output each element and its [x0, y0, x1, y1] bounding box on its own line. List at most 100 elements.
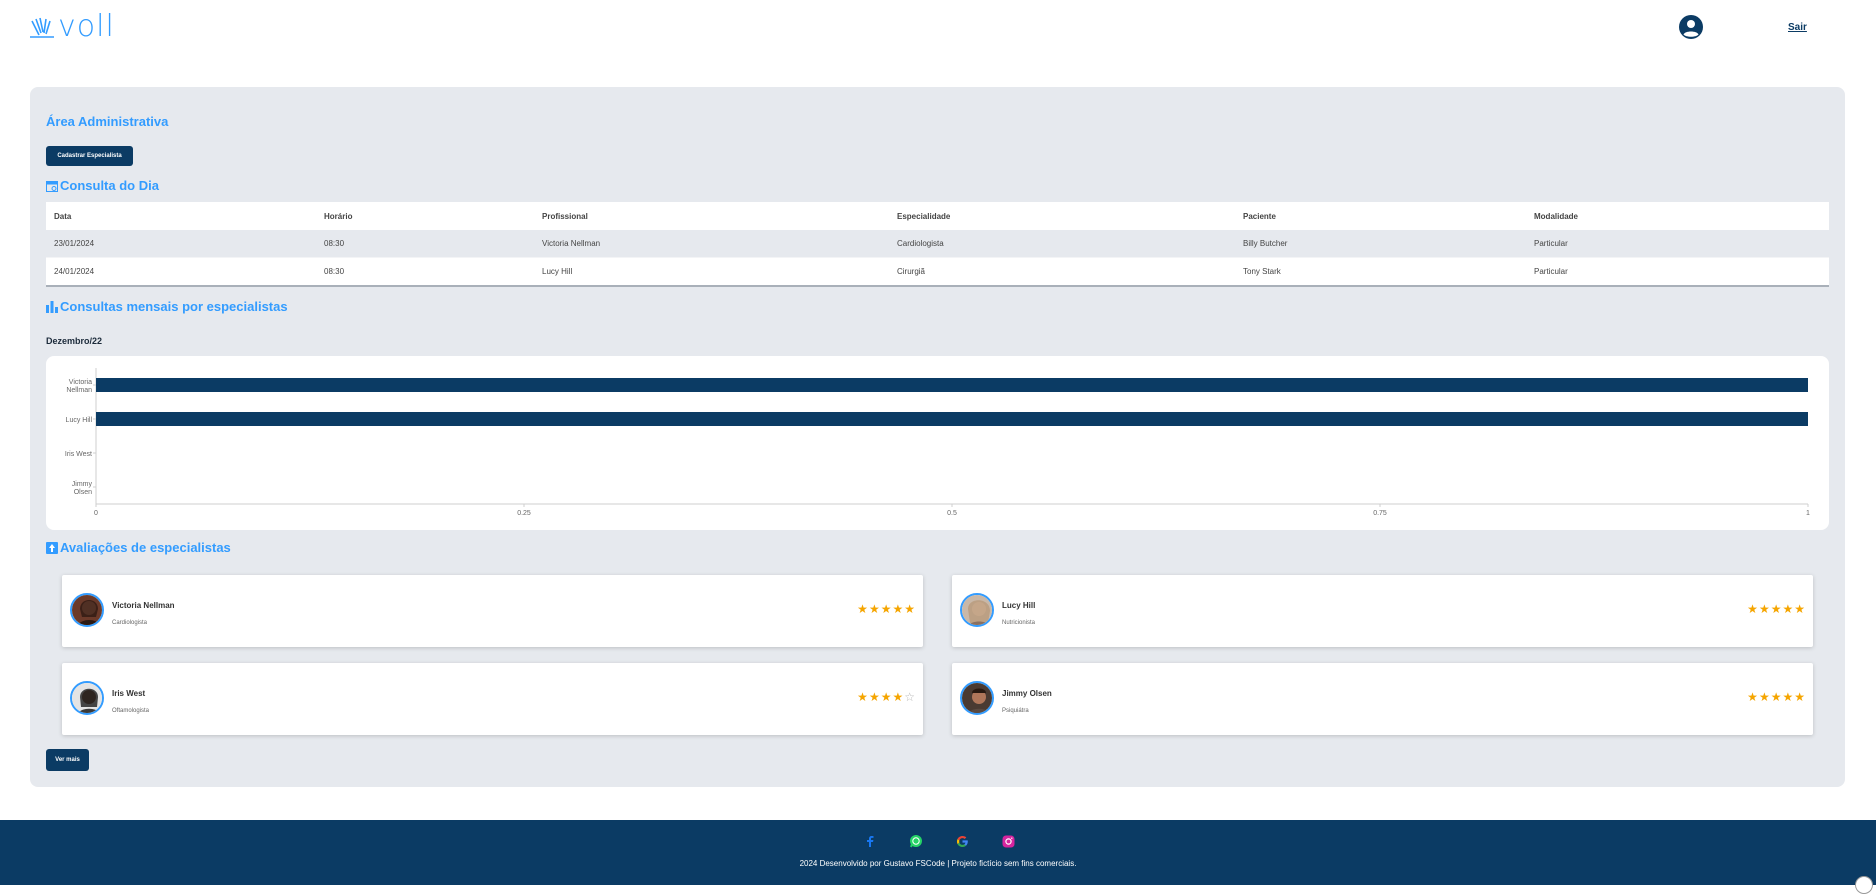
- specialist-specialty: Psiquiátra: [1002, 708, 1029, 714]
- rating-card[interactable]: Victoria Nellman Cardiologista ★ ★ ★ ★ ★: [62, 575, 923, 647]
- chart-bar: [96, 412, 1808, 426]
- table-cell: Cardiologista: [897, 239, 944, 248]
- x-tick-label: 1: [1806, 510, 1810, 517]
- bar-chart-icon: [46, 300, 58, 313]
- instagram-icon[interactable]: [1001, 834, 1015, 848]
- column-header: Data: [54, 211, 72, 221]
- star-filled-icon: ★: [1747, 690, 1758, 704]
- avaliacoes-title: Avaliações de especialistas: [60, 540, 231, 555]
- bar-chart: Victoria Nellman Lucy Hill Iris West Jimmy Ol…: [65, 368, 1810, 517]
- footer: 2024 Desenvolvido por Gustavo FSCode | P…: [0, 820, 1876, 885]
- specialist-name: Lucy Hill: [1002, 601, 1036, 610]
- star-filled-icon: ★: [857, 602, 868, 616]
- star-filled-icon: ★: [1770, 602, 1782, 616]
- facebook-icon[interactable]: [863, 834, 877, 848]
- table-cell: 23/01/2024: [54, 239, 95, 248]
- specialist-specialty: Oftamologista: [112, 708, 150, 714]
- star-filled-icon: ★: [1794, 602, 1805, 616]
- column-header: Modalidade: [1534, 211, 1579, 221]
- specialist-name: Victoria Nellman: [112, 601, 175, 610]
- avatar: [70, 593, 104, 627]
- table-cell: Tony Stark: [1243, 267, 1281, 276]
- column-header: Horário: [324, 211, 353, 221]
- column-header: Paciente: [1243, 211, 1276, 221]
- voll-logo[interactable]: voll: [30, 12, 115, 42]
- table-cell: 24/01/2024: [54, 267, 95, 276]
- avatar: [960, 681, 994, 715]
- consulta-title: Consulta do Dia: [60, 178, 159, 193]
- month-label: Dezembro/22: [46, 336, 103, 346]
- star-filled-icon: ★: [880, 690, 892, 704]
- mensais-section-title: Consultas mensais por especialistas: [46, 299, 288, 314]
- table-cell: 08:30: [324, 267, 345, 276]
- voll-leaf-icon: [30, 17, 54, 38]
- user-circle-icon[interactable]: [1679, 15, 1703, 39]
- chart-bar: [96, 378, 1808, 392]
- star-filled-icon: ★: [1794, 690, 1805, 704]
- table-cell: Cirurgiã: [897, 267, 926, 276]
- star-filled-icon: ★: [904, 602, 915, 616]
- rating-card[interactable]: Iris West Oftamologista ★ ★ ★ ★ ☆: [62, 663, 923, 735]
- mensais-title: Consultas mensais por especialistas: [60, 299, 288, 314]
- logout-link[interactable]: Sair: [1788, 22, 1807, 33]
- table-cell: Billy Butcher: [1243, 239, 1288, 248]
- star-filled-icon: ★: [868, 690, 880, 704]
- table-row: 24/01/2024 08:30 Lucy Hill Cirurgiã Tony…: [46, 258, 1829, 287]
- star-filled-icon: ★: [1770, 690, 1782, 704]
- social-links: [0, 834, 1876, 848]
- star-filled-icon: ★: [880, 602, 892, 616]
- specialist-specialty: Nutricionista: [1002, 620, 1036, 626]
- table-cell: Particular: [1534, 267, 1568, 276]
- y-tick-label: Victoria Nellman: [66, 379, 92, 394]
- rating-icon: [46, 541, 58, 554]
- corner-widget-icon[interactable]: [1855, 876, 1873, 894]
- y-tick-label: Jimmy Olsen: [72, 481, 93, 496]
- column-header: Profissional: [542, 211, 588, 221]
- star-filled-icon: ★: [1782, 602, 1794, 616]
- table-cell: Victoria Nellman: [542, 239, 601, 248]
- star-rating: ★ ★ ★ ★ ★: [1747, 691, 1805, 703]
- register-specialist-button[interactable]: Cadastrar Especialista: [46, 146, 133, 166]
- star-rating: ★ ★ ★ ★ ★: [1747, 603, 1805, 615]
- x-tick-label: 0.5: [947, 510, 957, 517]
- header: voll Sair: [0, 0, 1876, 58]
- specialist-name: Jimmy Olsen: [1002, 689, 1052, 698]
- footer-credits: 2024 Desenvolvido por Gustavo FSCode | P…: [799, 859, 1077, 868]
- star-empty-icon: ☆: [904, 690, 915, 704]
- x-tick-label: 0.25: [517, 510, 531, 517]
- star-filled-icon: ★: [1747, 602, 1758, 616]
- table-cell: 08:30: [324, 239, 345, 248]
- page-title: Área Administrativa: [46, 114, 169, 129]
- avaliacoes-section-title: Avaliações de especialistas: [46, 540, 231, 555]
- google-icon[interactable]: [955, 834, 969, 848]
- star-filled-icon: ★: [892, 602, 904, 616]
- star-filled-icon: ★: [892, 690, 904, 704]
- specialist-name: Iris West: [112, 689, 146, 698]
- table-header: Data Horário Profissional Especialidade …: [46, 202, 1829, 230]
- calendar-icon: [46, 180, 58, 192]
- whatsapp-icon[interactable]: [909, 834, 923, 848]
- star-rating: ★ ★ ★ ★ ☆: [857, 691, 915, 703]
- x-tick-label: 0: [94, 510, 98, 517]
- y-tick-label: Iris West: [65, 451, 92, 458]
- rating-card[interactable]: Jimmy Olsen Psiquiátra ★ ★ ★ ★ ★: [952, 663, 1813, 735]
- consultas-table: Data Horário Profissional Especialidade …: [46, 202, 1829, 287]
- column-header: Especialidade: [897, 211, 951, 221]
- avatar: [960, 593, 994, 627]
- monthly-chart: Victoria Nellman Lucy Hill Iris West Jimmy Ol…: [46, 356, 1829, 530]
- star-filled-icon: ★: [1758, 690, 1770, 704]
- table-cell: Lucy Hill: [542, 267, 573, 276]
- star-filled-icon: ★: [868, 602, 880, 616]
- avatar: [70, 681, 104, 715]
- star-rating: ★ ★ ★ ★ ★: [857, 603, 915, 615]
- rating-card[interactable]: Lucy Hill Nutricionista ★ ★ ★ ★ ★: [952, 575, 1813, 647]
- consulta-section-title: Consulta do Dia: [46, 178, 159, 193]
- admin-panel: Área Administrativa Cadastrar Especialis…: [30, 87, 1845, 787]
- table-cell: Particular: [1534, 239, 1568, 248]
- see-more-button[interactable]: Ver mais: [46, 749, 89, 771]
- y-tick-label: Lucy Hill: [66, 417, 93, 424]
- star-filled-icon: ★: [857, 690, 868, 704]
- logo-text: voll: [58, 9, 115, 44]
- specialist-specialty: Cardiologista: [112, 620, 148, 626]
- star-filled-icon: ★: [1758, 602, 1770, 616]
